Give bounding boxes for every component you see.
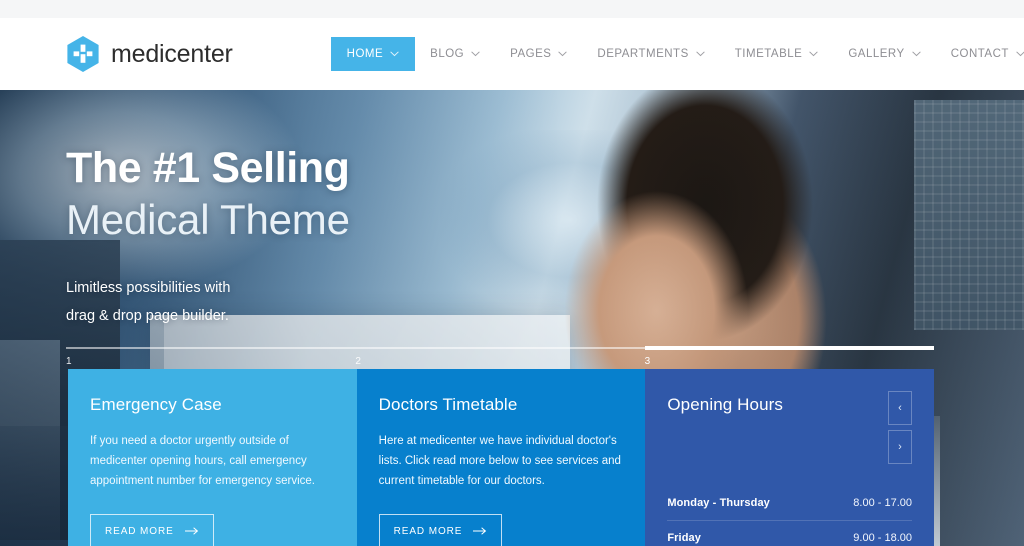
opening-hours-time: 8.00 - 17.00 <box>853 497 913 509</box>
hero-subtitle-line2: drag & drop page builder. <box>66 308 229 325</box>
nav-item-label: GALLERY <box>848 48 905 60</box>
chevron-right-icon[interactable]: › <box>888 430 913 464</box>
slider-tick-2[interactable]: 2 <box>355 347 645 367</box>
promo-title: Emergency Case <box>90 395 222 414</box>
nav-item-label: TIMETABLE <box>734 48 803 60</box>
promo-title: Doctors Timetable <box>378 395 518 414</box>
read-more-label: READ MORE <box>393 525 463 537</box>
hero-subtitle: Limitless possibilities with drag & drop… <box>66 274 350 331</box>
read-more-label: READ MORE <box>105 525 174 537</box>
slider-pagination: 1 2 3 <box>66 346 934 367</box>
brand-logo[interactable]: medicenter <box>66 35 233 73</box>
nav-item-label: DEPARTMENTS <box>597 48 689 60</box>
chevron-down-icon <box>809 51 819 57</box>
nav-item-contact[interactable]: CONTACT <box>936 38 1024 70</box>
slider-tick-1[interactable]: 1 <box>66 347 356 367</box>
chevron-down-icon <box>696 51 705 57</box>
opening-hours-controls: ‹ › <box>888 391 913 464</box>
chevron-down-icon <box>1016 51 1024 57</box>
promo-emergency-case: Emergency Case If you need a doctor urge… <box>68 369 357 546</box>
opening-hours-row: Monday - Thursday 8.00 - 17.00 <box>667 486 913 521</box>
chevron-down-icon <box>390 51 399 57</box>
promo-title: Opening Hours <box>667 395 783 414</box>
read-more-button-emergency[interactable]: READ MORE <box>90 514 214 546</box>
promo-opening-hours: Opening Hours ‹ › Monday - Thursday 8.00… <box>645 369 935 546</box>
opening-hours-time: 9.00 - 18.00 <box>853 532 913 544</box>
arrow-right-icon <box>473 525 487 537</box>
nav-item-label: HOME <box>346 48 384 60</box>
opening-hours-row: Friday 9.00 - 18.00 <box>667 521 912 546</box>
hero-subtitle-line1: Limitless possibilities with <box>66 280 231 297</box>
opening-hours-day: Monday - Thursday <box>667 497 770 509</box>
chevron-down-icon <box>471 51 480 57</box>
hero-title-line2: Medical Theme <box>66 195 350 243</box>
chevron-down-icon <box>911 51 921 57</box>
main-navigation: HOME BLOG PAGES DEPARTMENTS TIMETABLE GA… <box>330 37 1024 71</box>
promo-doctors-timetable: Doctors Timetable Here at medicenter we … <box>356 369 646 546</box>
hero-copy: The #1 Selling Medical Theme Limitless p… <box>66 144 350 331</box>
read-more-button-timetable[interactable]: READ MORE <box>378 514 503 546</box>
promo-text: If you need a doctor urgently outside of… <box>90 435 315 487</box>
nav-item-label: BLOG <box>430 48 465 60</box>
promo-text: Here at medicenter we have individual do… <box>378 435 621 487</box>
arrow-right-icon <box>184 525 199 537</box>
slider-tick-3[interactable]: 3 <box>644 346 934 367</box>
opening-hours-list: Monday - Thursday 8.00 - 17.00 Friday 9.… <box>667 486 913 546</box>
browser-chrome-strip <box>0 0 1024 18</box>
chevron-down-icon <box>558 51 568 57</box>
nav-item-departments[interactable]: DEPARTMENTS <box>582 38 719 70</box>
hexagon-cross-icon <box>66 35 100 73</box>
opening-hours-day: Friday <box>667 532 701 544</box>
nav-item-timetable[interactable]: TIMETABLE <box>720 38 834 70</box>
nav-item-label: PAGES <box>510 48 552 60</box>
brand-name: medicenter <box>111 39 233 68</box>
hero-title-line1: The #1 Selling <box>66 144 350 192</box>
nav-item-gallery[interactable]: GALLERY <box>833 38 935 70</box>
slider-tick-number: 1 <box>66 356 72 367</box>
nav-item-label: CONTACT <box>950 48 1009 60</box>
nav-item-blog[interactable]: BLOG <box>415 38 495 70</box>
slider-tick-number: 3 <box>644 356 651 367</box>
promo-boxes: Emergency Case If you need a doctor urge… <box>68 369 935 546</box>
hero-slider: The #1 Selling Medical Theme Limitless p… <box>0 90 1024 546</box>
nav-item-home[interactable]: HOME <box>330 37 416 71</box>
site-header: medicenter HOME BLOG PAGES DEPARTMENTS T… <box>0 18 1024 90</box>
chevron-left-icon[interactable]: ‹ <box>888 391 913 425</box>
slider-tick-number: 2 <box>355 356 361 367</box>
nav-item-pages[interactable]: PAGES <box>495 38 582 70</box>
opening-hours-header: Opening Hours ‹ › <box>667 391 913 464</box>
